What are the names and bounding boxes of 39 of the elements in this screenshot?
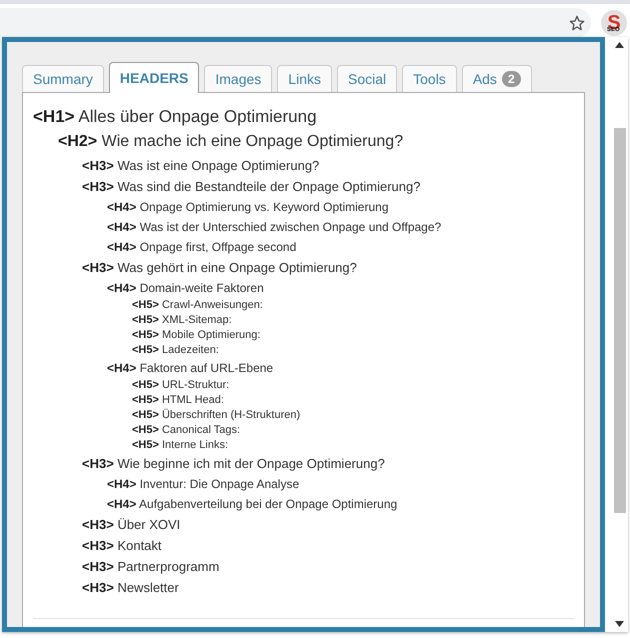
heading-entry: <H5> Überschriften (H-Strukturen) bbox=[131, 408, 302, 423]
scrollbar[interactable] bbox=[612, 37, 628, 632]
heading-entry: <H4> Was ist der Unterschied zwischen Onpage und Offpage? bbox=[106, 219, 442, 236]
heading-entry: <H3> Was gehört in eine Onpage Optimierung? bbox=[81, 259, 358, 277]
heading-entry: <H5> URL-Struktur: bbox=[131, 378, 230, 393]
heading-entry: <H4> Inventur: Die Onpage Analyse bbox=[106, 476, 300, 493]
tab[interactable]: Summary bbox=[22, 65, 104, 92]
tab[interactable]: Tools bbox=[402, 65, 457, 92]
up-arrow-icon[interactable] bbox=[615, 42, 624, 48]
heading-entry: <H5> Ladezeiten: bbox=[131, 343, 220, 358]
heading-entry: <H3> Partnerprogramm bbox=[81, 558, 220, 576]
heading-entry: <H4> Faktoren auf URL-Ebene bbox=[106, 360, 274, 377]
tab[interactable]: Social bbox=[336, 65, 398, 92]
down-arrow-icon[interactable] bbox=[615, 621, 624, 627]
star-icon[interactable] bbox=[569, 14, 585, 30]
heading-entry: <H4> Domain-weite Faktoren bbox=[106, 280, 265, 297]
heading-entry: <H4> Onpage first, Offpage second bbox=[106, 239, 298, 256]
count-badge: 2 bbox=[502, 71, 521, 87]
tab[interactable]: Images bbox=[204, 65, 272, 92]
heading-entry: <H3> Kontakt bbox=[81, 537, 163, 555]
tab[interactable]: HEADERS bbox=[108, 62, 200, 93]
tab[interactable]: Ads 2 bbox=[462, 65, 532, 92]
tab[interactable]: Links bbox=[277, 65, 332, 92]
heading-entry: <H5> Mobile Optimierung: bbox=[131, 328, 262, 343]
heading-entry: <H3> Über XOVI bbox=[81, 516, 182, 534]
heading-entry: <H3> Was sind die Bestandteile der Onpage Optimierung? bbox=[81, 178, 422, 196]
heading-entry: <H4> Aufgabenverteilung bei der Onpage Optimierung bbox=[106, 496, 398, 513]
heading-entry: <H3> Wie beginne ich mit der Onpage Optimierung? bbox=[81, 455, 386, 473]
heading-entry: <H4> Onpage Optimierung vs. Keyword Optimierung bbox=[106, 199, 390, 216]
heading-entry: <H5> Canonical Tags: bbox=[131, 423, 242, 438]
heading-entry: <H2> Wie mache ich eine Onpage Optimierung? bbox=[57, 132, 404, 152]
heading-entry: <H1> Alles über Onpage Optimierung bbox=[33, 106, 318, 128]
heading-entry: <H5> Interne Links: bbox=[131, 438, 230, 453]
heading-entry: <H3> Newsletter bbox=[81, 579, 180, 597]
scrollbar-thumb[interactable] bbox=[614, 128, 626, 513]
heading-entry: <H5> HTML Head: bbox=[131, 393, 225, 408]
heading-entry: <H5> Crawl-Anweisungen: bbox=[131, 298, 264, 313]
heading-entry: <H5> XML-Sitemap: bbox=[131, 313, 233, 328]
heading-entry: <H3> Was ist eine Onpage Optimierung? bbox=[81, 157, 320, 175]
